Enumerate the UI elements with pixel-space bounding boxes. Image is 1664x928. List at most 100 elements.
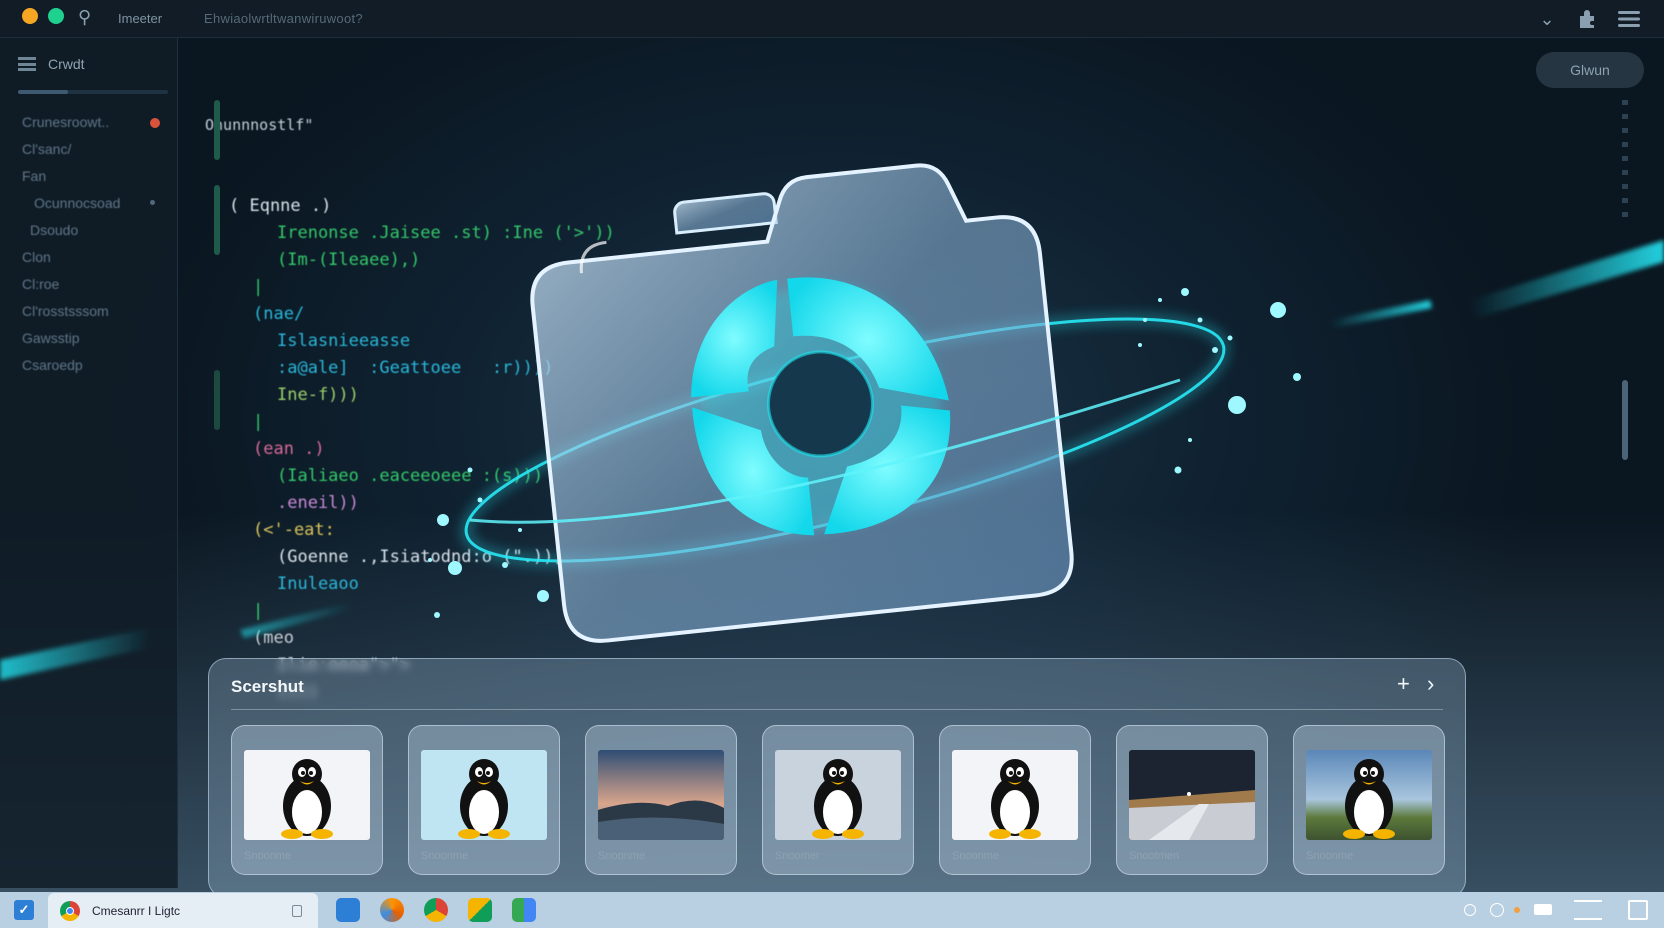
close-window-icon[interactable] (22, 8, 38, 24)
plus-icon[interactable]: + (1397, 671, 1410, 697)
screenshot-thumbnail[interactable]: Snoonme (939, 725, 1091, 875)
sidebar-item-label: Gawsstip (22, 330, 80, 346)
chrome-icon[interactable] (424, 898, 448, 922)
penguin-icon (1343, 759, 1395, 839)
circle-icon[interactable] (1490, 903, 1504, 917)
code-line: .eneil)) (277, 493, 359, 513)
menu-icon[interactable] (1616, 6, 1642, 32)
code-line: Ine-f))) (277, 385, 359, 405)
thumbnail-caption: Snoonme (598, 850, 646, 862)
firefox-icon[interactable] (380, 898, 404, 922)
sidebar-item-label: Cl:roe (22, 276, 60, 292)
glow-button[interactable]: Glwun (1536, 52, 1644, 88)
files-icon[interactable] (336, 898, 360, 922)
thumbnail-caption: Snoonme (244, 850, 292, 862)
road-image (1129, 750, 1255, 840)
sidebar-item-label: Clon (22, 249, 51, 265)
penguin-image (421, 750, 547, 840)
sidebar-item[interactable]: Gawsstip (22, 330, 80, 346)
blocks-icon[interactable] (512, 898, 536, 922)
screenshot-thumbnail[interactable]: Snoonme (1293, 725, 1445, 875)
code-line: ( Eqnne .) (229, 196, 332, 216)
penguin-icon (458, 759, 510, 839)
window-path: Ehwiaolwrtltwanwiruwoot? (204, 11, 363, 26)
sidebar-header-label: Crwdt (48, 56, 85, 72)
square-icon[interactable] (1628, 900, 1648, 920)
sidebar-item[interactable]: Fan (22, 168, 46, 184)
browser-tab[interactable]: Cmesanrr I Ligtc (48, 893, 318, 928)
penguin-image (775, 750, 901, 840)
chevron-down-icon[interactable]: ⌄ (1534, 6, 1560, 32)
code-line: | (253, 601, 264, 621)
penguin-landscape-image (1306, 750, 1432, 840)
sidebar-item-label: Fan (22, 168, 47, 184)
code-line: (Goenne .,Isiatodnd:o (".))) (277, 547, 564, 567)
sidebar-item[interactable]: Csaroedp (22, 357, 83, 373)
code-line: Inuleaoo (277, 574, 359, 594)
code-line: (Im-(Ileaee),) (277, 250, 421, 270)
scrollbar-thumb[interactable] (1622, 380, 1628, 460)
thumbnail-caption: Snoonme (421, 850, 469, 862)
code-line: (ean .) (253, 439, 325, 459)
notification-badge (150, 118, 160, 128)
penguin-image (952, 750, 1078, 840)
sidebar-item[interactable]: Clon (22, 249, 51, 265)
code-line: Islasnieeasse (277, 331, 411, 351)
thumbnail-caption: Snoonme (952, 850, 1000, 862)
gutter-marker (214, 100, 220, 160)
screenshot-thumbnail[interactable]: Snoonme (231, 725, 383, 875)
chrome-icon (60, 901, 80, 921)
extension-icon[interactable] (1574, 6, 1600, 32)
battery-icon[interactable] (1534, 904, 1552, 915)
code-line: | (253, 412, 264, 432)
screenshot-panel: Scershut + › Snoonme Snoonme Snoonme Sno… (208, 658, 1466, 898)
penguin-icon (281, 759, 333, 839)
penguin-image (244, 750, 370, 840)
thumbnail-caption: Snootmen (1129, 850, 1180, 862)
browser-tab-label: Cmesanrr I Ligtc (92, 904, 181, 918)
list-icon (18, 57, 36, 71)
screenshot-thumbnail[interactable]: Snoomer (762, 725, 914, 875)
code-line: :a@ale] :Geattoee :r)))) (277, 358, 554, 378)
sidebar-item-label: Ocunnocsoad (34, 195, 121, 211)
code-editor[interactable]: Onunnnostlf" ( Eqnne .) Irenonse .Jaisee … (205, 58, 615, 733)
photos-icon[interactable] (468, 898, 492, 922)
maximize-window-icon[interactable] (48, 8, 64, 24)
screenshot-thumbnail[interactable]: Snoonme (408, 725, 560, 875)
sidebar-item[interactable]: Crunesroowt.. (22, 114, 109, 130)
status-dot (150, 200, 155, 205)
thumbnail-caption: Snoomer (775, 850, 820, 862)
lines-icon[interactable] (1574, 900, 1602, 920)
code-line: (meo (253, 628, 294, 648)
circle-icon[interactable] (1464, 904, 1476, 916)
panel-divider (231, 709, 1443, 710)
thumbnail-caption: Snoonme (1306, 850, 1354, 862)
title-bar: ⚲ Imeeter Ehwiaolwrtltwanwiruwoot? ⌄ (0, 0, 1664, 38)
chevron-right-icon[interactable]: › (1427, 671, 1434, 697)
start-icon[interactable]: ✓ (14, 900, 34, 920)
code-line: (<'-eat: (253, 520, 335, 540)
sidebar-item-label: Csaroedp (22, 357, 83, 373)
sidebar-item[interactable]: Ocunnocsoad (34, 195, 120, 211)
sidebar-item[interactable]: Cl'rosstsssom (22, 303, 109, 319)
tab-close-icon[interactable] (292, 905, 302, 917)
sidebar-header[interactable]: Crwdt (18, 56, 85, 72)
landscape-image (598, 750, 724, 840)
sidebar-item-label: Cl'sanc/ (22, 141, 72, 157)
search-icon[interactable]: ⚲ (78, 7, 91, 28)
sidebar-item-label: Crunesroowt.. (22, 114, 110, 130)
code-line: (Ialiaeo .eaceeoeee :(s))) (277, 466, 544, 486)
panel-title: Scershut (231, 677, 304, 696)
screenshot-thumbnail[interactable]: Snoonme (585, 725, 737, 875)
dot-icon (1514, 907, 1520, 913)
penguin-icon (812, 759, 864, 839)
sidebar-item[interactable]: Cl:roe (22, 276, 59, 292)
gutter-marker (214, 185, 220, 255)
screenshot-thumbnail[interactable]: Snootmen (1116, 725, 1268, 875)
gutter-marker (214, 370, 220, 430)
code-line: (nae/ (253, 304, 305, 324)
sidebar-item[interactable]: Dsoudo (30, 222, 78, 238)
penguin-icon (989, 759, 1041, 839)
taskbar: ✓ Cmesanrr I Ligtc (0, 892, 1664, 928)
sidebar-item[interactable]: Cl'sanc/ (22, 141, 71, 157)
